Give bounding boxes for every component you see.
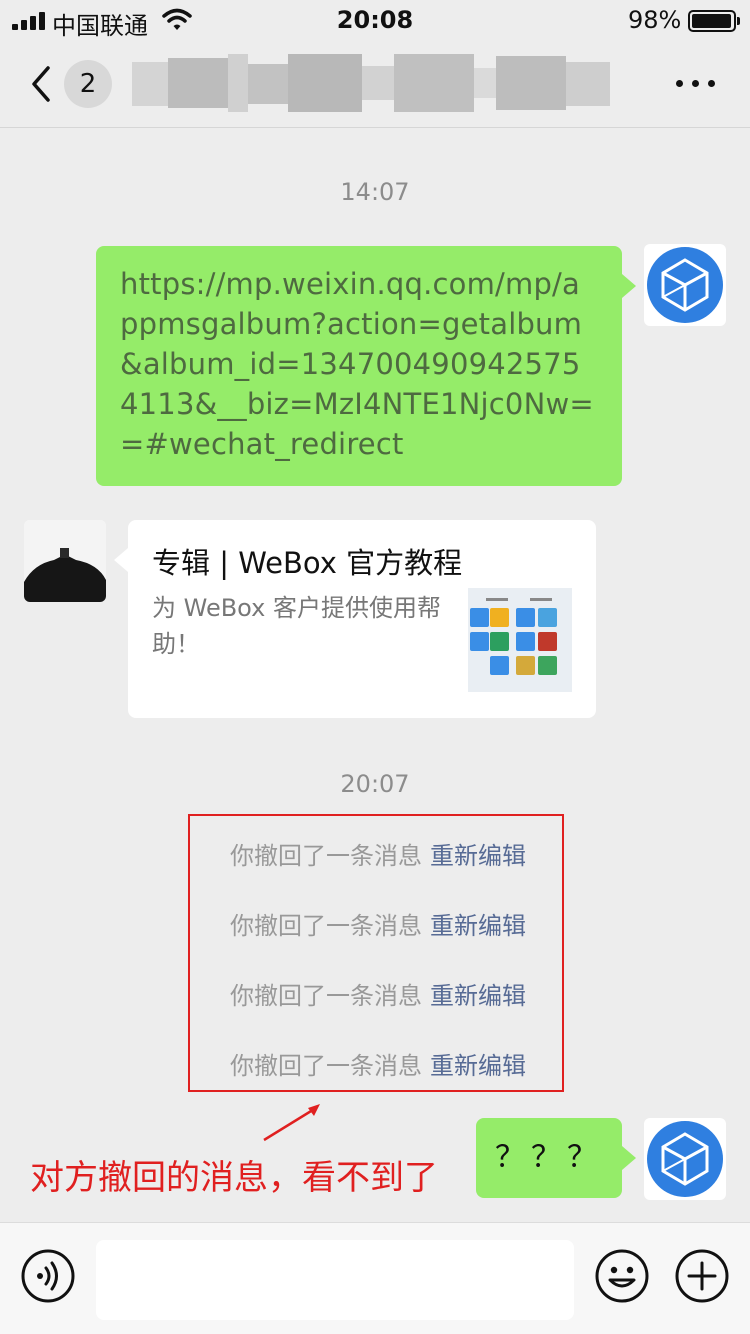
more-options-icon[interactable] — [676, 80, 716, 88]
card-title: 专辑 | WeBox 官方教程 — [152, 546, 463, 580]
battery-cap — [737, 17, 740, 25]
battery-icon — [688, 10, 736, 32]
status-bar: 中国联通 20:08 98% — [0, 0, 750, 40]
blurred-chat-title — [132, 54, 610, 112]
recall-text: 你撤回了一条消息 — [230, 842, 422, 870]
message-input[interactable] — [96, 1240, 574, 1320]
annotation-arrow-icon — [263, 1104, 320, 1142]
plus-icon[interactable] — [674, 1248, 730, 1304]
voice-input-icon[interactable] — [20, 1248, 76, 1304]
re-edit-link[interactable]: 重新编辑 — [430, 912, 526, 940]
recall-notice: 你撤回了一条消息 重新编辑 — [190, 906, 566, 941]
re-edit-link[interactable]: 重新编辑 — [430, 982, 526, 1010]
unread-count-badge[interactable]: 2 — [64, 60, 112, 108]
contact-avatar[interactable] — [24, 520, 106, 602]
album-share-card[interactable]: 专辑 | WeBox 官方教程 为 WeBox 客户提供使用帮助！ — [114, 520, 596, 718]
re-edit-link[interactable]: 重新编辑 — [430, 842, 526, 870]
my-avatar[interactable] — [644, 1118, 726, 1200]
recall-text: 你撤回了一条消息 — [230, 1052, 422, 1080]
recall-notice: 你撤回了一条消息 重新编辑 — [190, 836, 566, 871]
recall-text: 你撤回了一条消息 — [230, 912, 422, 940]
back-chevron-icon[interactable] — [28, 62, 58, 106]
sent-message-bubble[interactable]: ？？？ — [476, 1118, 636, 1198]
card-thumbnail — [468, 588, 572, 692]
emoji-icon[interactable] — [594, 1248, 650, 1304]
timestamp: 20:07 — [340, 770, 410, 798]
card-description: 为 WeBox 客户提供使用帮助！ — [152, 594, 441, 658]
recall-notice: 你撤回了一条消息 重新编辑 — [190, 1046, 566, 1081]
battery-percent: 98% — [628, 6, 682, 34]
webox-logo-icon — [647, 247, 723, 323]
recall-notice: 你撤回了一条消息 重新编辑 — [190, 976, 566, 1011]
re-edit-link[interactable]: 重新编辑 — [430, 1052, 526, 1080]
recall-text: 你撤回了一条消息 — [230, 982, 422, 1010]
link-text[interactable]: https://mp.weixin.qq.com/mp/appmsgalbum?… — [120, 264, 598, 464]
highlight-box: 你撤回了一条消息 重新编辑 你撤回了一条消息 重新编辑 你撤回了一条消息 重新编辑 你… — [188, 814, 564, 1092]
my-avatar[interactable] — [644, 244, 726, 326]
annotation-text: 对方撤回的消息，看不到了 — [30, 1158, 438, 1198]
timestamp: 14:07 — [340, 178, 410, 206]
person-silhouette-icon — [24, 520, 106, 602]
sent-link-bubble[interactable]: https://mp.weixin.qq.com/mp/appmsgalbum?… — [96, 246, 636, 486]
webox-logo-icon — [647, 1121, 723, 1197]
